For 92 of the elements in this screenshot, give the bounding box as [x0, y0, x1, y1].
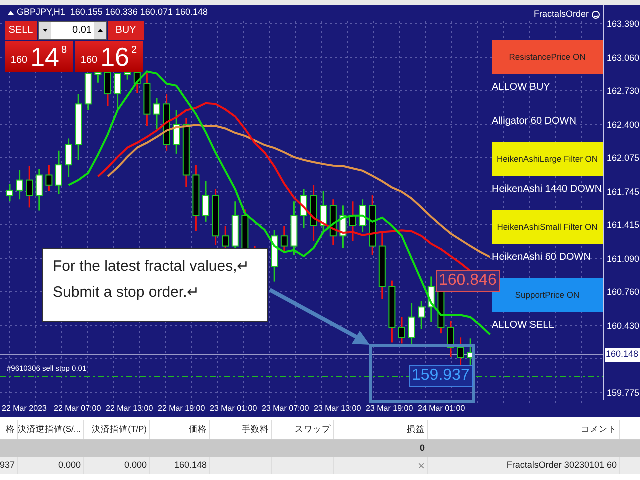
symbol-info: GBPJPY,H1 160.155 160.336 160.071 160.148 [17, 6, 208, 19]
status-text: Alligator 60 DOWN [492, 116, 576, 127]
price-tick: 160.760 [607, 286, 640, 299]
table-cell-text: 0.000 [58, 458, 81, 472]
column-header[interactable]: 決済指値(T/P) [84, 420, 150, 439]
candle [163, 94, 170, 151]
table-cell-text: 0.000 [124, 458, 147, 472]
time-tick: 23 Mar 01:00 [209, 402, 258, 414]
candle [104, 72, 112, 106]
candle [330, 200, 337, 246]
time-tick: 22 Mar 07:00 [53, 402, 102, 414]
column-header[interactable]: 格 [0, 420, 18, 439]
status-panel: HeikenAshiSmall Filter ON [492, 210, 603, 244]
candle [124, 72, 132, 80]
price-tick: 163.390 [607, 18, 640, 31]
candle [114, 73, 122, 110]
candle [202, 181, 210, 222]
price-tick: 161.090 [607, 252, 640, 266]
price-tick: 161.745 [607, 186, 640, 198]
time-tick: 23 Mar 07:00 [261, 402, 310, 414]
sell-button[interactable]: SELL [5, 21, 37, 40]
time-tick: 22 Mar 19:00 [157, 402, 206, 414]
candle [75, 94, 82, 160]
candle [65, 138, 72, 178]
status-panel: HeikenAshiLarge Filter ON [492, 142, 603, 176]
table-cell-text: FractalsOrder 30230101 60 [506, 458, 617, 472]
candle [378, 232, 386, 300]
candle [300, 189, 308, 228]
candle [290, 202, 298, 256]
column-header[interactable]: コメント [428, 420, 620, 439]
candle [212, 189, 220, 246]
candle [6, 184, 14, 202]
time-tick: 24 Mar 01:00 [417, 402, 466, 414]
price-tick: 161.415 [607, 219, 640, 232]
candle [398, 317, 406, 344]
candle [448, 321, 454, 357]
price-tick: 163.060 [607, 52, 640, 64]
candle [271, 230, 278, 282]
candle [154, 98, 160, 130]
candle [36, 169, 43, 211]
candle [350, 202, 356, 242]
candle [408, 303, 416, 347]
status-text: ALLOW SELL [492, 320, 554, 331]
candle [173, 110, 180, 154]
price-tick: 162.730 [607, 85, 640, 98]
callout-text: For the latest fractal values,↵ [53, 257, 252, 277]
profit-total: 0 [420, 442, 425, 455]
price-tick: 162.075 [607, 152, 640, 165]
status-text: ALLOW BUY [492, 82, 550, 93]
time-tick: 22 Mar 2023 [1, 402, 48, 414]
candle [84, 73, 92, 110]
current-price-label: 160.148 [605, 348, 640, 362]
candle [280, 226, 288, 252]
candle [94, 72, 102, 83]
candle [26, 166, 34, 208]
time-tick: 23 Mar 19:00 [365, 402, 414, 414]
smiley-icon [592, 10, 600, 19]
price-tick: 160.430 [607, 320, 640, 332]
expert-name: FractalsOrder [534, 8, 589, 21]
price-tick: 159.775 [607, 386, 640, 400]
status-panel: ResistancePrice ON [492, 40, 603, 74]
candle [359, 200, 366, 232]
candle [428, 276, 435, 322]
candle [418, 301, 426, 330]
candle [192, 165, 200, 232]
status-text: HeikenAshi 60 DOWN [492, 252, 591, 263]
candle [310, 185, 318, 242]
column-header[interactable]: 手数料 [210, 420, 272, 439]
table-cell-text: 937 [0, 458, 15, 472]
column-header[interactable]: 価格 [150, 420, 210, 439]
column-header[interactable]: 決済逆指値(S/... [18, 420, 84, 439]
status-text: HeikenAshi 1440 DOWN [492, 184, 602, 195]
candle [16, 170, 24, 200]
candle [369, 196, 376, 256]
column-header[interactable]: スワップ [272, 420, 334, 439]
candle [134, 72, 141, 94]
price-label: 159.937 [409, 365, 473, 387]
table-cell-text: × [418, 458, 425, 474]
time-tick: 23 Mar 13:00 [313, 402, 362, 414]
candle [320, 191, 328, 232]
callout-text: Submit a stop order.↵ [53, 283, 202, 303]
candle [144, 73, 151, 127]
candle [56, 150, 62, 195]
column-header[interactable]: 損益 [334, 420, 428, 439]
candle [46, 165, 53, 192]
table-cell-text: 160.148 [174, 458, 207, 472]
candle [182, 118, 190, 188]
price-tick: 162.400 [607, 118, 640, 132]
time-tick: 22 Mar 13:00 [105, 402, 154, 414]
candle [388, 280, 396, 343]
buy-button[interactable]: BUY [108, 21, 144, 40]
triangle-icon [8, 10, 14, 15]
